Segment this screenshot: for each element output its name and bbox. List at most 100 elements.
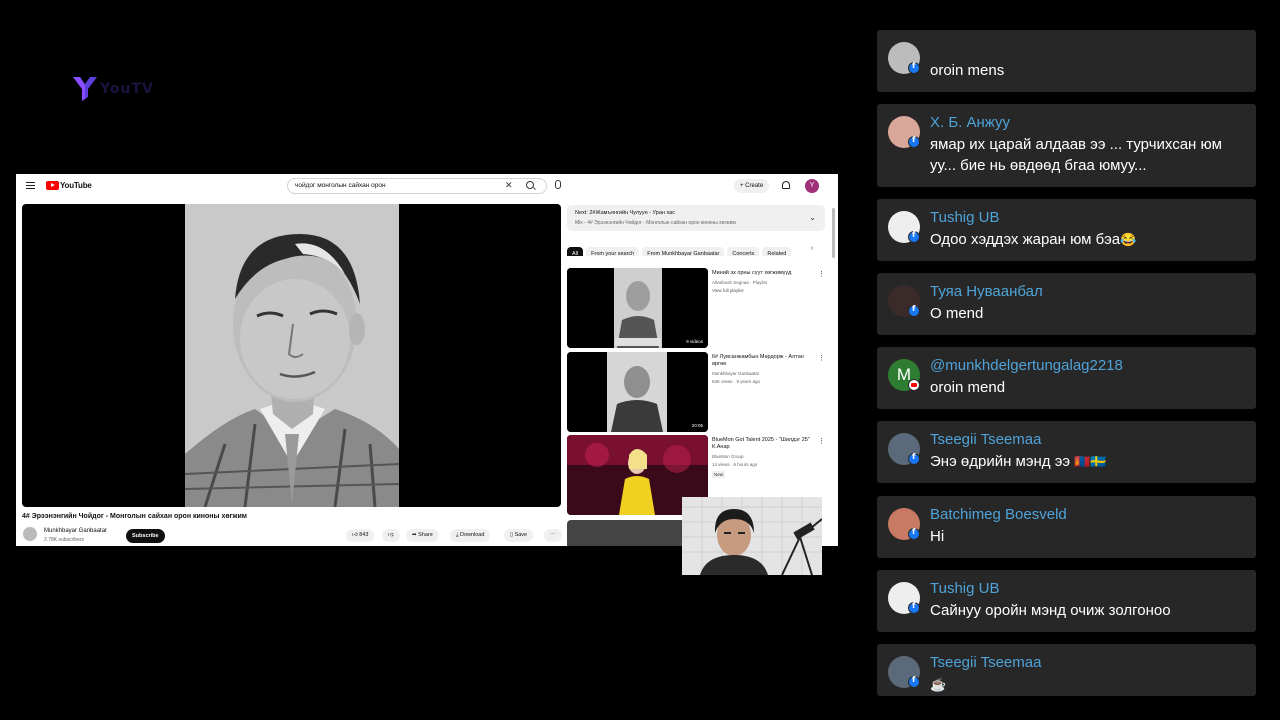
share-icon: ➦ <box>412 532 417 538</box>
chat-username: Tushig UB <box>930 580 1000 597</box>
facebook-icon <box>908 304 920 317</box>
facebook-icon <box>908 61 920 74</box>
clear-search-icon[interactable]: ✕ <box>505 180 513 190</box>
chat-message-text: ☕ <box>930 674 1250 695</box>
chat-message: Tushig UB Сайнуу оройн мэнд очиж золгоно… <box>877 570 1256 632</box>
chat-message: Tseegii Tseemaa ☕ <box>877 644 1256 696</box>
share-button[interactable]: ➦ Share <box>406 529 439 542</box>
channel-name[interactable]: Munkhbayar Ganbaatar <box>44 528 107 534</box>
y-logo-icon <box>73 77 97 101</box>
chat-message: Batchimeg Boesveld Hi <box>877 496 1256 558</box>
chat-username: Tseegii Tseemaa <box>930 654 1042 671</box>
chip-from-channel[interactable]: From Munkhbayar Ganbaatar <box>642 247 725 256</box>
recommendation-channel: Altanbush Segnaa · Playlist <box>712 280 768 285</box>
search-icon[interactable] <box>526 181 534 189</box>
recommendation-thumbnail[interactable]: 20:05 <box>567 352 708 432</box>
chat-message: oroin mens <box>877 30 1256 92</box>
recommendation-meta: 63K views · 9 years ago <box>712 379 761 384</box>
recommendation-thumbnail[interactable]: 9 videos <box>567 268 708 348</box>
recommendation-title[interactable]: BlueMon Got Talent 2025 - "Шилдэг 25" К.… <box>712 437 814 451</box>
filter-chips: All From your search From Munkhbayar Ganba… <box>567 242 822 256</box>
youtube-play-icon <box>46 181 59 190</box>
facebook-icon <box>908 675 920 688</box>
create-label: Create <box>745 183 764 189</box>
more-options-icon[interactable]: ⋮ <box>818 270 825 278</box>
like-button[interactable]: 👍︎ 843 <box>346 529 375 542</box>
recommendation-item[interactable]: 20:05 6# Лувсанжамбын Мөрдорж - Алтан өр… <box>567 352 825 432</box>
chat-username: Tseegii Tseemaa <box>930 431 1042 448</box>
chat-message: Tseegii Tseemaa Энэ өдрийн мэнд ээ 🇲🇳🇸🇪 <box>877 421 1256 483</box>
facebook-icon <box>908 135 920 148</box>
menu-icon[interactable] <box>26 182 35 189</box>
account-avatar[interactable]: Y <box>805 179 819 193</box>
recommendation-meta[interactable]: View full playlist <box>712 288 744 294</box>
chat-message-text: ямар их царай алдаав ээ ... турчихсан юм… <box>930 136 1222 174</box>
up-next-title: Next: 2#Жамъянгийн Чулуун - Уран хас <box>575 210 675 216</box>
chat-username: Х. Б. Анжуу <box>930 114 1011 131</box>
duration-badge: 20:05 <box>689 422 705 429</box>
chat-message-text: Энэ өдрийн мэнд ээ 🇲🇳🇸🇪 <box>930 451 1250 472</box>
chip-related[interactable]: Related <box>762 247 792 256</box>
dislike-button[interactable]: 👎︎ <box>382 529 400 542</box>
new-badge: New <box>712 471 726 478</box>
chat-username: Batchimeg Boesveld <box>930 506 1067 523</box>
up-next-panel[interactable]: Next: 2#Жамъянгийн Чулуун - Уран хас Mix… <box>567 205 825 231</box>
chip-all[interactable]: All <box>567 247 584 256</box>
chat-message-text: Сайнуу оройн мэнд очиж золгоноо <box>930 602 1171 619</box>
chat-text: Энэ өдрийн мэнд ээ <box>930 453 1071 470</box>
webcam-feed <box>682 497 822 575</box>
more-options-icon[interactable]: ⋮ <box>818 354 825 362</box>
recommendation-title[interactable]: 6# Лувсанжамбын Мөрдорж - Алтан өргөө <box>712 354 814 368</box>
shared-youtube-window: YouTube чойдог монголын сайхан орон ✕ + … <box>16 174 838 546</box>
thumbs-up-icon: 👍︎ <box>352 532 358 538</box>
brand-wordmark: YouTV <box>100 81 154 97</box>
chat-username: Туяа Нуваанбал <box>930 283 1043 300</box>
chat-message-text: О mend <box>930 305 984 322</box>
chevron-down-icon[interactable]: ⌄ <box>809 213 816 222</box>
thumbs-down-icon: 👎︎ <box>388 532 394 538</box>
chevron-right-icon[interactable]: › <box>811 245 813 252</box>
microphone-icon[interactable] <box>555 180 561 189</box>
stream-canvas: YouTV YouTube чойдог монголын сайхан оро… <box>0 0 1280 720</box>
more-options-icon[interactable]: ⋮ <box>818 437 825 445</box>
chat-message: M @munkhdelgertungalag2218 oroin mend <box>877 347 1256 409</box>
sidebar-scrollbar[interactable] <box>832 208 835 258</box>
recommendation-channel: BlueMon Group <box>712 454 744 459</box>
up-next-mix: Mix - 4# Эрээнэнгийн Чойдог - Монголын с… <box>575 220 736 226</box>
youtube-icon <box>908 379 920 391</box>
chat-username: Tushig UB <box>930 209 1000 226</box>
save-button[interactable]: ▯ Save <box>504 529 534 542</box>
chat-message-text: oroin mend <box>930 379 1006 396</box>
recommendation-title[interactable]: Миний эх орны сүүт хөгжимүүд <box>712 270 814 277</box>
download-icon: ⤓ <box>456 532 459 538</box>
youtube-wordmark: YouTube <box>60 181 92 190</box>
facebook-icon <box>908 452 920 465</box>
coffee-emoji-icon: ☕ <box>930 677 947 692</box>
facebook-icon <box>908 601 920 614</box>
chat-username: @munkhdelgertungalag2218 <box>930 357 1123 374</box>
video-player[interactable] <box>22 204 561 507</box>
create-button[interactable]: + Create <box>734 179 770 193</box>
chat-message: Tushig UB Одоо хэддэх жаран юм бэа😂 <box>877 199 1256 261</box>
channel-avatar[interactable] <box>23 527 37 541</box>
recommendation-item[interactable]: 9 videos Миний эх орны сүүт хөгжимүүд Al… <box>567 268 825 348</box>
chip-concerts[interactable]: Concerts <box>727 247 760 256</box>
more-actions-button[interactable]: ⋯ <box>544 529 562 542</box>
youtube-header: YouTube чойдог монголын сайхан орон ✕ + … <box>16 174 838 198</box>
save-label: Save <box>514 532 528 538</box>
chat-message-text: Hi <box>930 528 945 545</box>
download-button[interactable]: ⤓ Download <box>450 529 491 542</box>
notifications-bell-icon[interactable] <box>782 181 790 189</box>
subscribe-button[interactable]: Subscribe <box>126 529 165 543</box>
facebook-icon <box>908 230 920 243</box>
chip-from-search[interactable]: From your search <box>586 247 640 256</box>
download-label: Download <box>459 532 485 538</box>
youtube-logo[interactable]: YouTube <box>46 181 92 190</box>
chat-message: Х. Б. Анжуу ямар их царай алдаав ээ ... … <box>877 104 1256 187</box>
chat-message-text: oroin mens <box>930 62 1005 79</box>
brand-logo: YouTV <box>72 74 172 104</box>
chat-text: Одоо хэддэх жаран юм бэа <box>930 231 1121 248</box>
recommendation-channel: Munkhbayar Ganbaatar <box>712 371 760 376</box>
playlist-count-badge: 9 videos <box>684 338 705 345</box>
recommendation-meta: 14 views · 6 hours ago <box>712 462 758 467</box>
